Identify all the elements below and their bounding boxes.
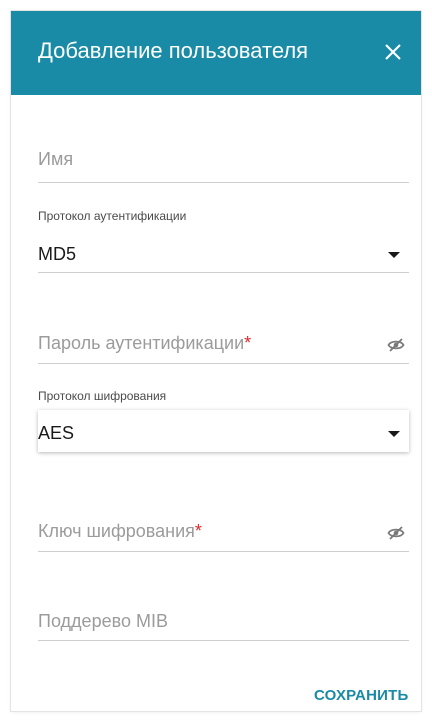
eye-slash-icon[interactable] (387, 524, 405, 542)
dialog-title: Добавление пользователя (38, 38, 309, 63)
priv-protocol-box[interactable]: AES (38, 410, 409, 452)
priv-protocol-select[interactable]: Протокол шифрования AES (38, 389, 409, 469)
mib-subtree-field[interactable]: Поддерево MIB (38, 599, 409, 643)
close-icon[interactable] (382, 41, 404, 63)
auth-password-placeholder-text: Пароль аутентификации (38, 333, 245, 353)
priv-protocol-value: AES (38, 423, 75, 443)
auth-protocol-underline (38, 272, 409, 273)
priv-key-placeholder-text: Ключ шифрования (38, 521, 195, 541)
required-mark: * (194, 521, 202, 541)
priv-key-field[interactable]: Ключ шифрования* (38, 509, 409, 553)
save-button[interactable]: СОХРАНИТЬ (314, 687, 408, 704)
chevron-down-icon (388, 252, 400, 258)
auth-protocol-label: Протокол аутентификации (38, 209, 187, 223)
chevron-down-icon (388, 431, 400, 437)
auth-protocol-value: MD5 (38, 244, 77, 264)
eye-slash-icon[interactable] (387, 336, 405, 354)
add-user-dialog: Добавление пользователя Имя Протокол аут… (11, 11, 421, 711)
name-field[interactable]: Имя (38, 141, 409, 185)
priv-key-underline (38, 551, 409, 552)
mib-subtree-underline (38, 640, 409, 641)
priv-key-placeholder: Ключ шифрования* (38, 521, 202, 542)
required-mark: * (244, 333, 252, 353)
auth-password-underline (38, 363, 409, 364)
auth-password-field[interactable]: Пароль аутентификации* (38, 321, 409, 365)
auth-password-placeholder: Пароль аутентификации* (38, 333, 251, 354)
name-underline (38, 182, 409, 183)
dialog-header: Добавление пользователя (11, 11, 421, 95)
auth-protocol-select[interactable]: Протокол аутентификации MD5 (38, 209, 409, 275)
mib-subtree-placeholder: Поддерево MIB (38, 611, 168, 631)
priv-protocol-label: Протокол шифрования (38, 389, 167, 403)
name-placeholder: Имя (38, 149, 74, 169)
